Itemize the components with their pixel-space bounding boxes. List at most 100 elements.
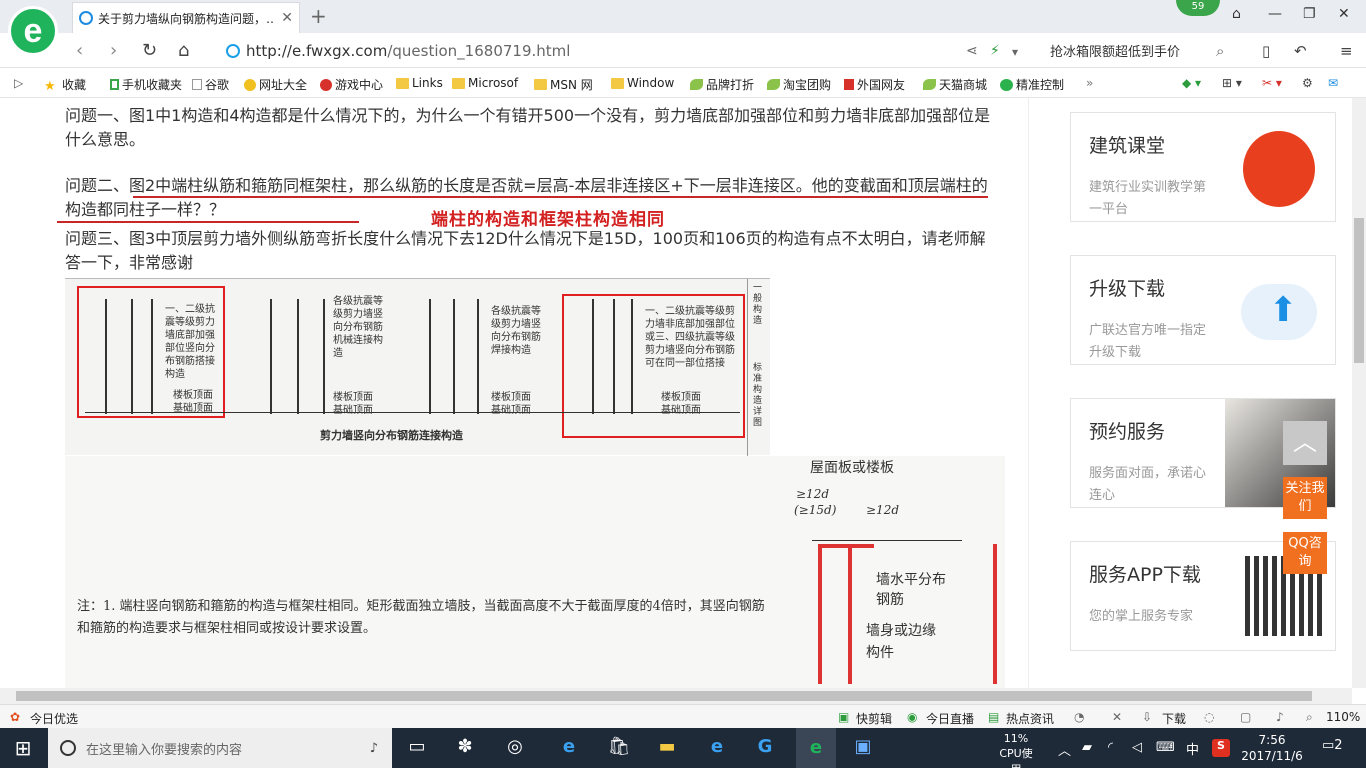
status-item[interactable]: 热点资讯 [1006, 710, 1054, 727]
swirl-app-icon[interactable]: ◎ [502, 736, 528, 760]
clock[interactable]: 7:56 2017/11/6 [1240, 732, 1304, 764]
back-to-top-button[interactable]: ︿ [1283, 421, 1327, 465]
bookmark-windows[interactable]: Window [611, 76, 674, 90]
cpu-usage[interactable]: 11% CPU使用 [996, 732, 1036, 777]
bookmark-tmall[interactable]: 天猫商城 [923, 76, 987, 93]
lightning-icon[interactable]: ⚡ [990, 43, 1000, 59]
url-field[interactable]: http://e.fwxgx.com/question_1680719.html [226, 39, 1036, 63]
rebar-line [105, 299, 107, 414]
edge-icon[interactable]: e [556, 736, 582, 760]
task-view-icon[interactable]: ▭ [404, 736, 430, 760]
browser-logo[interactable]: e [8, 6, 58, 56]
question-three: 问题三、图3中顶层剪力墙外侧纵筋弯折长度什么情况下去12D什么情况下是15D，1… [65, 229, 986, 272]
glodon-app-icon[interactable]: G [752, 736, 778, 760]
status-item[interactable]: 下载 [1162, 710, 1186, 727]
shirt-icon[interactable]: ⌂ [1232, 6, 1241, 22]
forward-icon[interactable]: › [110, 40, 117, 61]
image-viewer-icon[interactable]: ▣ [850, 736, 876, 760]
follow-us-button[interactable]: 关注我们 [1283, 477, 1327, 519]
grid-icon[interactable]: ⊞ ▾ [1222, 76, 1242, 90]
bookmark-brand-sale[interactable]: 品牌打折 [690, 76, 754, 93]
clean-icon[interactable]: ◌ [1204, 710, 1214, 724]
restore-button[interactable]: ❐ [1303, 6, 1316, 22]
card-upgrade-download[interactable]: 升级下载 广联达官方唯一指定升级下载 ⬆ [1070, 255, 1336, 365]
scissors-icon[interactable]: ✂ ▾ [1262, 76, 1282, 90]
fig-note-text: 注：1. 端柱竖向钢筋和箍筋的构造与框架柱相同。矩形截面独立墙肢，当截面高度不大… [77, 599, 765, 636]
bookmark-foreign[interactable]: 外国网友 [844, 76, 905, 93]
tray-expand-icon[interactable]: ︿ [1058, 740, 1071, 759]
ime-indicator[interactable]: 中 [1186, 739, 1199, 758]
pinwheel-icon[interactable]: ✽ [452, 736, 478, 760]
zoom-level[interactable]: 110% [1326, 710, 1360, 724]
bookmark-favorites[interactable]: ★ 收藏 [44, 76, 86, 94]
status-item[interactable]: 快剪辑 [856, 710, 892, 727]
figure-note-image: 注：1. 端柱竖向钢筋和箍筋的构造与框架柱相同。矩形截面独立墙肢，当截面高度不大… [65, 456, 768, 688]
extension-icon[interactable]: ✉ [1328, 76, 1338, 90]
back-icon[interactable]: ‹ [76, 40, 83, 61]
underline-mark [133, 196, 988, 198]
qq-consult-button[interactable]: QQ咨询 [1283, 532, 1327, 574]
notification-icon[interactable]: ▭2 [1322, 738, 1343, 753]
store-icon[interactable]: 🛍 [606, 736, 632, 760]
bookmark-taobao[interactable]: 淘宝团购 [767, 76, 831, 93]
sogou-icon[interactable]: S [1212, 739, 1230, 757]
sidebar-toggle-icon[interactable]: ▷ [14, 76, 23, 90]
phone-icon[interactable]: ▯ [1262, 42, 1270, 60]
wifi-icon[interactable]: ◜ [1108, 740, 1113, 755]
horizontal-scrollbar[interactable] [0, 688, 1352, 704]
close-window-button[interactable]: ✕ [1338, 6, 1350, 22]
rebar-line [631, 299, 633, 414]
vertical-scroll-thumb[interactable] [1354, 218, 1364, 363]
status-today-picks[interactable]: 今日优选 [30, 710, 78, 727]
tools-icon[interactable]: ✕ [1112, 710, 1122, 724]
network-icon[interactable]: ▰ [1082, 740, 1092, 755]
bookmark-site-nav[interactable]: 网址大全 [244, 76, 307, 93]
windows-start-icon[interactable]: ⊞ [10, 736, 36, 760]
bookmark-links[interactable]: Links [396, 76, 443, 90]
window-icon[interactable]: ▢ [1240, 710, 1251, 724]
ie-icon[interactable]: e [704, 736, 730, 760]
microphone-icon[interactable]: ♪ [370, 741, 378, 756]
more-bookmarks-icon[interactable]: » [1086, 76, 1093, 90]
shield-icon[interactable]: ◆ ▾ [1182, 76, 1201, 90]
home-icon[interactable]: ⌂ [178, 40, 189, 61]
minimize-button[interactable]: — [1268, 6, 1282, 22]
chevron-down-icon[interactable]: ▾ [1012, 45, 1018, 59]
refresh-icon[interactable]: ↻ [142, 40, 157, 61]
card-construction-class[interactable]: 建筑课堂 建筑行业实训教学第一平台 [1070, 112, 1336, 222]
fig1-caption: 剪力墙竖向分布钢筋连接构造 [320, 429, 463, 442]
notification-badge[interactable]: 59 [1176, 0, 1220, 16]
bookmark-mobile[interactable]: 手机收藏夹 [110, 76, 182, 93]
content-divider [1028, 98, 1029, 688]
toolbox-icon[interactable]: ⚙ [1302, 76, 1313, 90]
status-item[interactable]: 今日直播 [926, 710, 974, 727]
browser-taskbar-icon[interactable]: e [796, 728, 836, 768]
volume-icon[interactable]: ◁ [1132, 740, 1142, 755]
file-explorer-icon[interactable]: ▬ [654, 736, 680, 760]
new-tab-button[interactable]: + [310, 4, 327, 28]
fig3-label: 墙身或边缘构件 [866, 623, 936, 661]
menu-icon[interactable]: ≡ [1340, 42, 1353, 60]
bookmark-microsoft[interactable]: Microsof [452, 76, 518, 90]
promo-search-text[interactable]: 抢冰箱限额超低到手价 [1050, 41, 1180, 60]
bookmark-control[interactable]: 精准控制 [1000, 76, 1064, 93]
bookmark-msn[interactable]: MSN 网 [534, 76, 593, 93]
rebar-line [613, 299, 615, 414]
rebar-line [453, 299, 455, 414]
horizontal-scroll-thumb[interactable] [16, 691, 1312, 701]
share-icon[interactable]: ⋖ [966, 43, 978, 59]
figure-3-image: 屋面板或楼板 ≥12d (≥15d) ≥12d 墙水平分布钢筋 墙身或边缘构件 [768, 456, 1005, 688]
floor-label: 楼板顶面 基础顶面 [491, 392, 531, 416]
sound-icon[interactable]: ♪ [1276, 710, 1284, 724]
speed-icon[interactable]: ◔ [1074, 710, 1084, 724]
keyboard-icon[interactable]: ⌨ [1156, 740, 1175, 755]
fig3-dim: ≥12d [866, 503, 900, 517]
undo-icon[interactable]: ↶ [1294, 42, 1307, 60]
bookmark-google[interactable]: 谷歌 [192, 76, 229, 93]
bookmark-games[interactable]: 游戏中心 [320, 76, 383, 93]
taskbar-search[interactable]: 在这里输入你要搜索的内容 ♪ [48, 728, 392, 768]
browser-tab[interactable]: 关于剪力墙纵向钢筋构造问题，… ✕ [72, 2, 300, 33]
vertical-scrollbar[interactable] [1352, 98, 1366, 688]
search-icon[interactable]: ⌕ [1216, 42, 1224, 60]
close-tab-icon[interactable]: ✕ [281, 10, 293, 26]
